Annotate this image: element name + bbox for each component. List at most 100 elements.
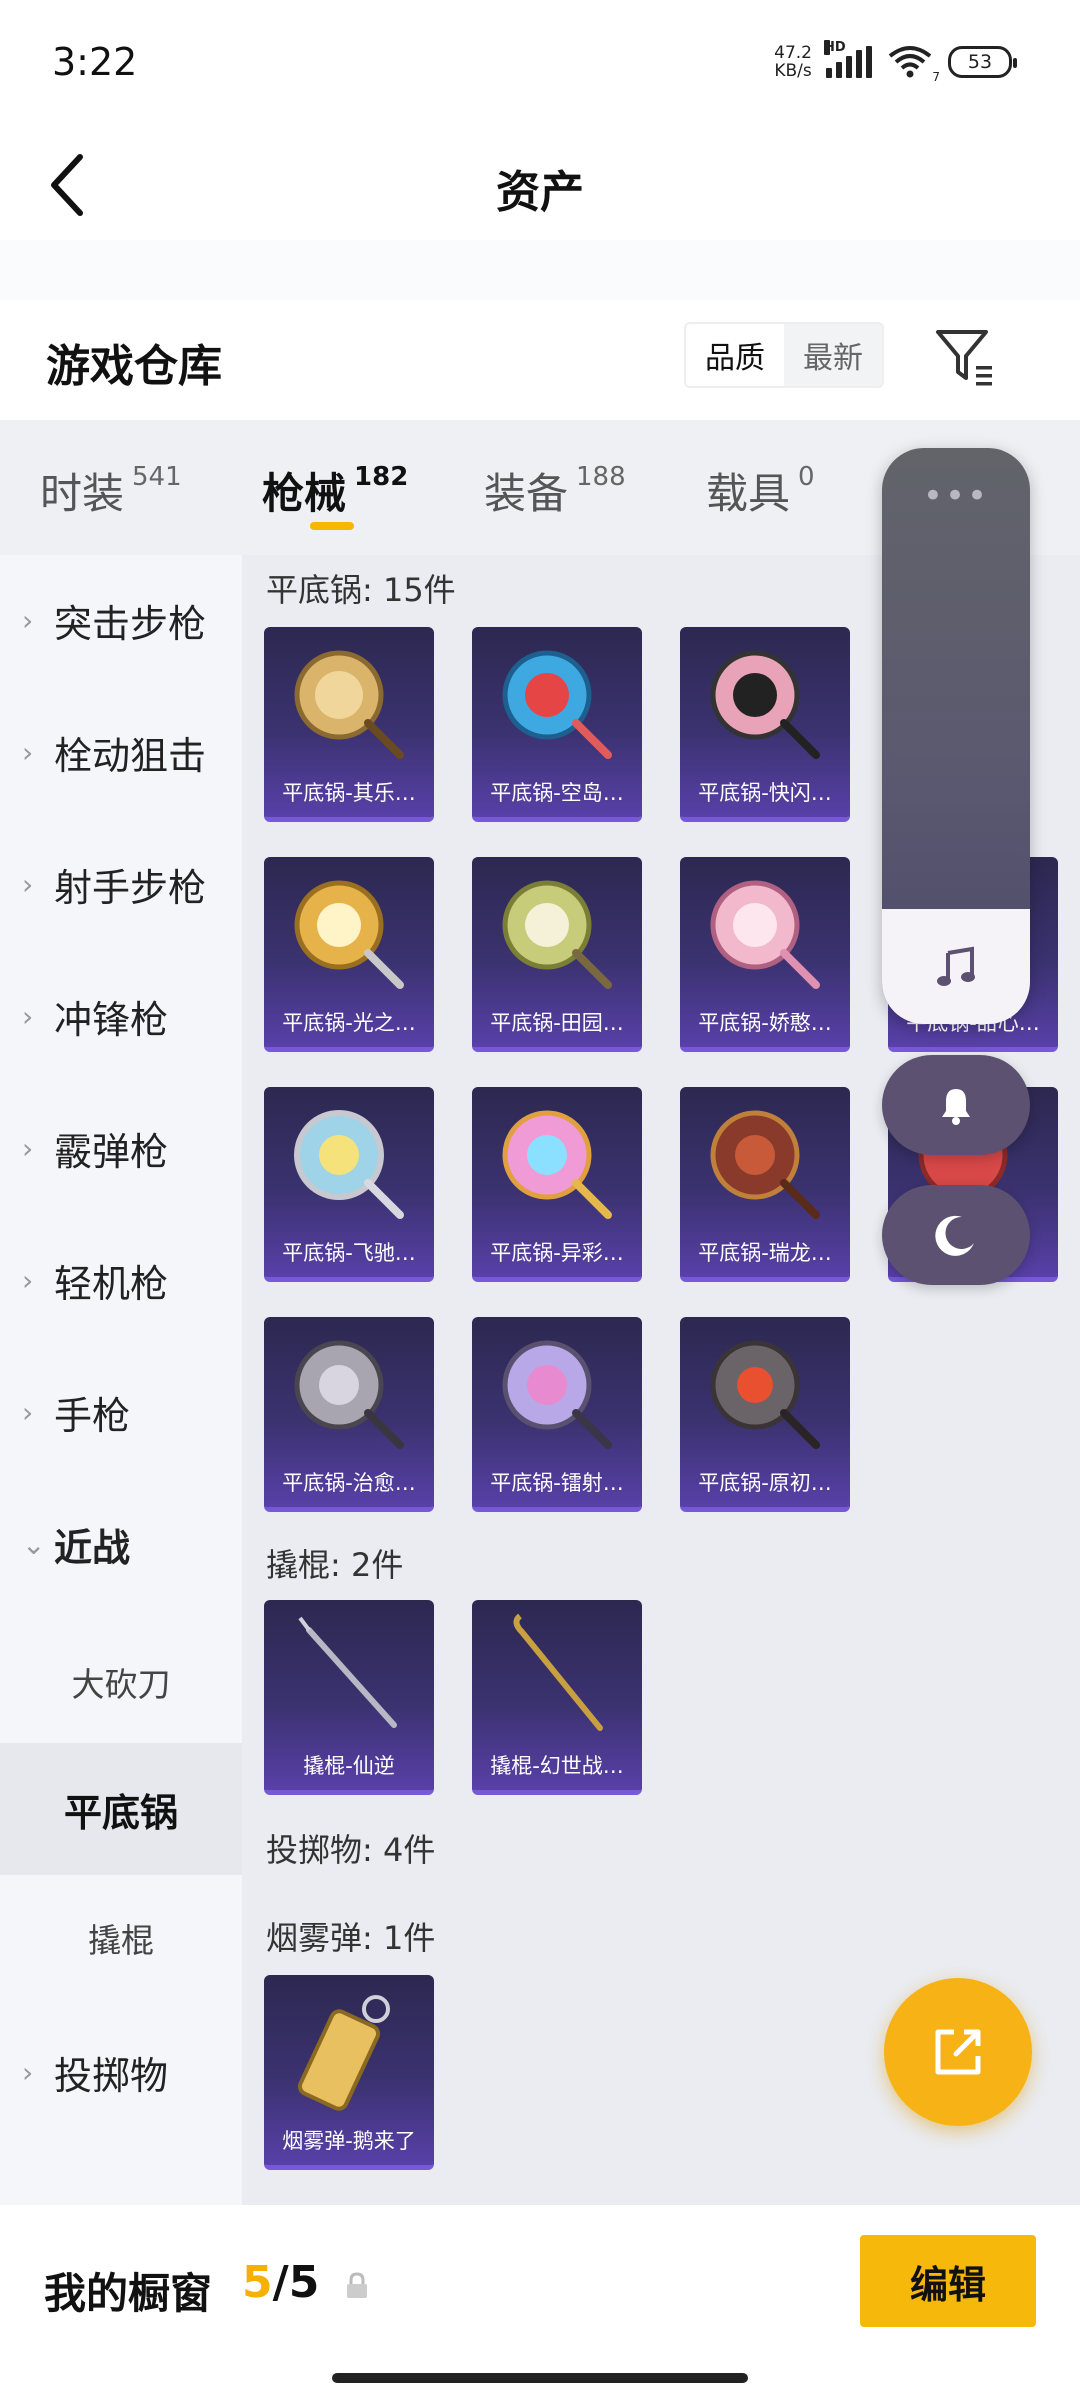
showcase-label: 我的橱窗 [44,2269,213,2318]
chevron-right-icon: › [22,2055,34,2089]
sidebar-item-marksman-rifle[interactable]: › 射手步枪 [0,839,242,929]
item-card[interactable]: 平底锅-镭射… [472,1317,642,1512]
pan-icon [294,650,404,759]
item-card[interactable]: 平底锅-异彩… [472,1087,642,1282]
status-time: 3:22 [52,40,138,84]
item-card[interactable]: 平底锅-快闪… [680,627,850,822]
item-name: 平底锅-瑞龙… [698,1241,832,1265]
section-title-throwable: 投掷物: 4件 [266,1831,436,1869]
weapon-category-sidebar: › 突击步枪 › 栓动狙击 › 射手步枪 › 冲锋枪 › 霰弹枪 › 轻机枪 ›… [0,555,242,2205]
sidebar-item-shotgun[interactable]: › 霰弹枪 [0,1103,242,1193]
bell-icon [942,1089,970,1125]
status-bar: 3:22 47.2 KB/s HD 7 53 [0,0,1080,130]
notification-button[interactable] [882,1055,1030,1155]
floating-toolbar[interactable]: ••• [882,448,1030,1024]
sidebar-subitem-crowbar[interactable]: 撬棍 [0,1911,242,1971]
sidebar-item-bolt-sniper[interactable]: › 栓动狙击 [0,707,242,797]
sidebar-item-melee[interactable]: ⌄ 近战 [0,1499,242,1589]
item-name: 撬棍-幻世战… [490,1754,624,1778]
sort-toggle: 品质 最新 [684,322,884,388]
pan-icon [502,1110,612,1219]
page-title: 资产 [496,167,584,218]
item-name: 撬棍-仙逆 [303,1754,395,1778]
sidebar-item-throwable[interactable]: › 投掷物 [0,2027,242,2117]
showcase-bar: 我的橱窗 5/5 编辑 [0,2205,1080,2400]
crowbar-icon [513,1613,603,1731]
app-header: 资产 [0,130,1080,240]
sidebar-subitem-machete[interactable]: 大砍刀 [0,1655,242,1715]
filter-icon [936,330,992,386]
chevron-down-icon: ⌄ [22,1527,46,1561]
item-name: 平底锅-其乐… [282,781,416,805]
wifi-icon: 7 [886,44,940,84]
tab-fashion[interactable]: 时装 541 [40,460,182,521]
pan-icon [710,880,820,989]
moon-icon [935,1215,974,1256]
warehouse-bar: 游戏仓库 品质 最新 [0,300,1080,420]
cell-signal-icon: HD [824,40,872,78]
warehouse-title: 游戏仓库 [46,341,222,392]
item-card[interactable]: 平底锅-飞驰… [264,1087,434,1282]
tab-firearms[interactable]: 枪械 182 [262,460,408,521]
pan-icon [710,1110,820,1219]
sort-quality-option[interactable]: 品质 [686,324,784,386]
wifi-badge: 7 [932,70,940,84]
share-icon [935,2029,981,2075]
smoke-grenade-icon [297,1995,390,2111]
filter-button[interactable] [930,322,1000,392]
pan-icon [294,1340,404,1449]
item-card[interactable]: 平底锅-治愈… [264,1317,434,1512]
item-card[interactable]: 烟雾弹-鹅来了 [264,1975,434,2170]
night-mode-button[interactable] [882,1185,1030,1285]
pan-icon [502,650,612,759]
item-name: 平底锅-光之… [282,1011,416,1035]
item-name: 平底锅-异彩… [490,1241,624,1265]
item-card[interactable]: 平底锅-娇憨… [680,857,850,1052]
section-title-smoke: 烟雾弹: 1件 [266,1919,436,1957]
section-title-crowbar: 撬棍: 2件 [266,1546,404,1584]
item-card[interactable]: 撬棍-幻世战… [472,1600,642,1795]
sidebar-item-assault-rifle[interactable]: › 突击步枪 [0,575,242,665]
home-indicator [332,2373,748,2383]
item-card[interactable]: 平底锅-空岛… [472,627,642,822]
item-card[interactable]: 平底锅-其乐… [264,627,434,822]
item-name: 平底锅-原初… [698,1471,832,1495]
tab-equipment[interactable]: 装备 188 [484,460,626,521]
item-name: 平底锅-飞驰… [282,1241,416,1265]
more-icon[interactable]: ••• [882,476,1030,516]
item-name: 平底锅-田园… [490,1011,624,1035]
crowbar-icon [298,1616,397,1728]
sidebar-item-pistol[interactable]: › 手枪 [0,1367,242,1457]
chevron-right-icon: › [22,1131,34,1165]
item-card[interactable]: 平底锅-田园… [472,857,642,1052]
item-card[interactable]: 撬棍-仙逆 [264,1600,434,1795]
sort-newest-option[interactable]: 最新 [784,324,882,386]
lock-icon [347,2272,367,2298]
battery-icon: 53 [948,46,1017,78]
item-card[interactable]: 平底锅-原初… [680,1317,850,1512]
sidebar-subitem-pan[interactable]: 平底锅 [0,1743,242,1875]
tab-vehicles[interactable]: 载具 0 [706,460,815,521]
item-name: 平底锅-镭射… [490,1471,624,1495]
item-name: 烟雾弹-鹅来了 [282,2129,416,2153]
showcase-count: 5/5 [242,2257,320,2308]
music-note-icon [937,946,975,986]
item-name: 平底锅-空岛… [490,781,624,805]
item-card[interactable]: 平底锅-瑞龙… [680,1087,850,1282]
active-tab-indicator [310,522,354,530]
item-name: 平底锅-治愈… [282,1471,416,1495]
share-button[interactable] [884,1978,1032,2126]
hd-label: HD [824,40,846,55]
pan-icon [294,880,404,989]
pan-icon [710,1340,820,1449]
section-title-pan: 平底锅: 15件 [266,571,456,609]
chevron-right-icon: › [22,1395,34,1429]
item-name: 平底锅-快闪… [698,781,832,805]
pan-icon [710,650,820,759]
music-button[interactable] [882,909,1030,1024]
sidebar-item-smg[interactable]: › 冲锋枪 [0,971,242,1061]
status-icons: 47.2 KB/s HD 7 53 [774,40,1017,84]
sidebar-item-lmg[interactable]: › 轻机枪 [0,1235,242,1325]
item-card[interactable]: 平底锅-光之… [264,857,434,1052]
edit-button[interactable]: 编辑 [860,2235,1036,2327]
